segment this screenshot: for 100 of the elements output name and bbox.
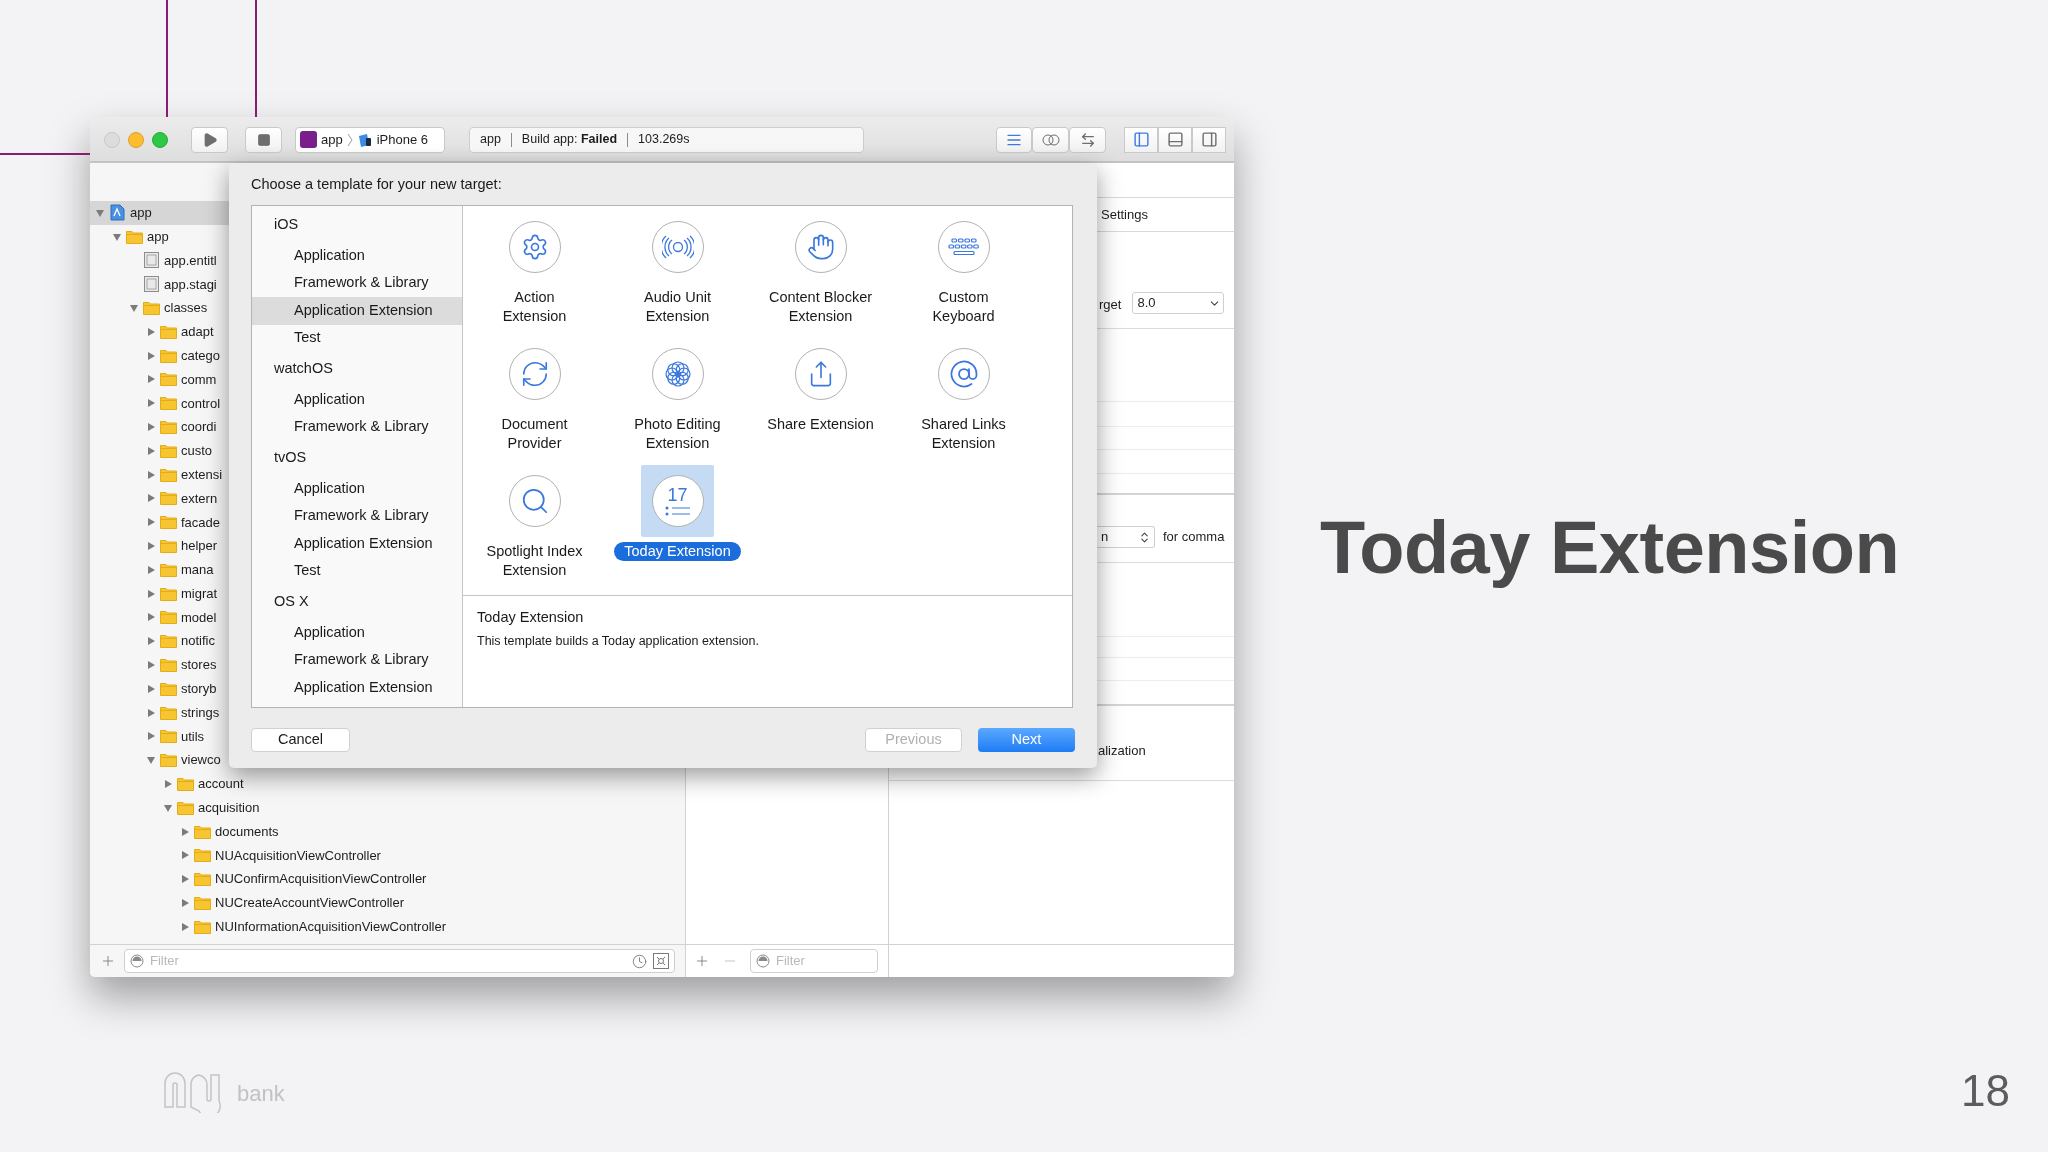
disclosure-triangle[interactable] — [146, 683, 156, 694]
category-item[interactable]: Test — [252, 557, 462, 585]
flower-icon[interactable] — [651, 348, 704, 400]
file-tree-item[interactable]: extern — [90, 486, 226, 511]
disclosure-triangle[interactable] — [146, 445, 156, 456]
filter-field[interactable]: Filter — [750, 949, 878, 973]
template-label[interactable]: Content Blocker Extension — [768, 288, 873, 326]
file-tree-item[interactable]: NUAcquisitionViewController — [90, 843, 389, 868]
standard-editor-button[interactable] — [996, 126, 1032, 153]
disclosure-triangle[interactable] — [146, 374, 156, 385]
disclosure-triangle[interactable] — [180, 826, 190, 837]
disclosure-triangle[interactable] — [163, 779, 173, 789]
disclosure-triangle[interactable] — [180, 921, 190, 932]
file-tree-item[interactable]: mana — [90, 557, 222, 582]
file-tree-item[interactable]: stores — [90, 653, 225, 677]
editor-tab[interactable]: Settings — [1101, 204, 1148, 225]
template-label[interactable]: Today Extension — [614, 542, 741, 561]
template-label[interactable]: Custom Keyboard — [932, 288, 995, 326]
disclosure-triangle[interactable] — [146, 755, 156, 766]
disclosure-triangle[interactable] — [146, 731, 156, 742]
version-editor-button[interactable] — [1069, 126, 1106, 153]
template-label[interactable]: Audio Unit Extension — [644, 288, 711, 326]
file-tree-item[interactable]: adapt — [90, 320, 222, 344]
category-item[interactable]: Application — [252, 242, 462, 270]
category-item[interactable]: Application Extension — [252, 530, 462, 558]
file-tree-item[interactable]: NUInformationAcquisitionViewController — [90, 914, 454, 939]
disclosure-triangle[interactable] — [146, 469, 156, 480]
dialog-button[interactable]: Cancel — [251, 728, 350, 752]
circular-arrows-icon[interactable] — [508, 348, 561, 400]
disclosure-triangle[interactable] — [146, 636, 156, 647]
category-item[interactable]: Application — [252, 619, 462, 647]
assistant-editor-button[interactable] — [1032, 126, 1069, 153]
disclosure-triangle[interactable] — [146, 707, 156, 718]
category-item[interactable]: Application — [252, 386, 462, 414]
file-tree-item[interactable]: utils — [90, 724, 213, 749]
category-item[interactable]: Application Extension — [252, 297, 462, 325]
disclosure-triangle[interactable] — [112, 231, 122, 242]
template-label[interactable]: Shared Links Extension — [921, 415, 1006, 453]
file-tree-item[interactable]: custo — [90, 438, 221, 463]
file-tree-item[interactable]: comm — [90, 367, 225, 392]
run-button[interactable] — [191, 126, 228, 153]
share-icon[interactable] — [794, 348, 847, 400]
deployment-target-dropdown[interactable]: 8.0 — [1132, 292, 1225, 314]
category-item[interactable]: Application Extension — [252, 674, 462, 702]
file-tree-item[interactable]: NUCreateAccountViewController — [90, 891, 413, 915]
category-item[interactable]: Application — [252, 475, 462, 503]
filter-field[interactable]: Filter — [124, 949, 675, 973]
sound-waves-icon[interactable] — [651, 221, 704, 273]
at-sign-icon[interactable] — [937, 348, 990, 400]
filter-scope-icon[interactable] — [653, 953, 669, 969]
template-label[interactable]: Spotlight Index Extension — [486, 542, 583, 580]
file-tree-item[interactable]: coordi — [90, 415, 225, 439]
disclosure-triangle[interactable] — [146, 564, 156, 575]
file-tree-item[interactable]: app — [90, 201, 229, 225]
keyboard-icon[interactable] — [937, 221, 990, 273]
scheme-selector[interactable]: app iPhone 6 — [295, 126, 445, 153]
panel-toggle-button[interactable] — [1158, 126, 1192, 153]
file-tree-item[interactable]: extensi — [90, 462, 231, 487]
template-label[interactable]: Document Provider — [501, 415, 568, 453]
panel-toggle-button[interactable] — [1192, 126, 1226, 153]
disclosure-triangle[interactable] — [180, 898, 190, 908]
disclosure-triangle[interactable] — [180, 850, 190, 861]
category-item[interactable]: Test — [252, 324, 462, 352]
template-label[interactable]: Share Extension — [767, 415, 874, 434]
file-tree-item[interactable]: app — [90, 224, 177, 249]
disclosure-triangle[interactable] — [146, 660, 156, 671]
disclosure-triangle[interactable] — [146, 541, 156, 552]
file-tree-item[interactable]: helper — [90, 534, 226, 558]
disclosure-triangle[interactable] — [146, 326, 156, 337]
disclosure-triangle[interactable] — [146, 422, 156, 433]
hand-icon[interactable] — [794, 221, 847, 273]
disclosure-triangle[interactable] — [146, 588, 156, 599]
category-item[interactable]: Framework & Library — [252, 269, 462, 297]
file-tree-item[interactable]: account — [90, 772, 252, 796]
disclosure-triangle[interactable] — [146, 612, 156, 623]
disclosure-triangle[interactable] — [146, 398, 156, 409]
disclosure-triangle[interactable] — [129, 303, 139, 314]
file-tree-item[interactable]: NUConfirmAcquisitionViewController — [90, 867, 435, 892]
filter-input[interactable]: Filter — [776, 951, 872, 971]
file-tree-item[interactable]: model — [90, 605, 225, 630]
file-tree-item[interactable]: viewco — [90, 748, 229, 773]
file-tree-item[interactable]: acquisition — [90, 795, 268, 820]
file-tree-item[interactable]: documents — [90, 819, 287, 844]
disclosure-triangle[interactable] — [180, 874, 190, 885]
file-tree-item[interactable]: migrat — [90, 581, 226, 606]
disclosure-triangle[interactable] — [163, 802, 173, 813]
file-tree-item[interactable]: strings — [90, 700, 228, 725]
file-tree-item[interactable]: app.stagi — [90, 272, 225, 297]
calendar-icon[interactable]: 17 — [651, 475, 704, 527]
file-tree-item[interactable]: storyb — [90, 676, 225, 701]
file-tree-item[interactable]: app.entitl — [90, 248, 225, 273]
file-tree-item[interactable]: classes — [90, 296, 216, 320]
recent-files-icon[interactable] — [632, 953, 647, 969]
stop-button[interactable] — [245, 126, 282, 153]
disclosure-triangle[interactable] — [95, 207, 105, 218]
panel-toggle-button[interactable] — [1124, 126, 1158, 153]
template-label[interactable]: Action Extension — [502, 288, 567, 326]
disclosure-triangle[interactable] — [146, 517, 156, 528]
gear-icon[interactable] — [508, 221, 561, 273]
category-item[interactable]: Framework & Library — [252, 502, 462, 530]
